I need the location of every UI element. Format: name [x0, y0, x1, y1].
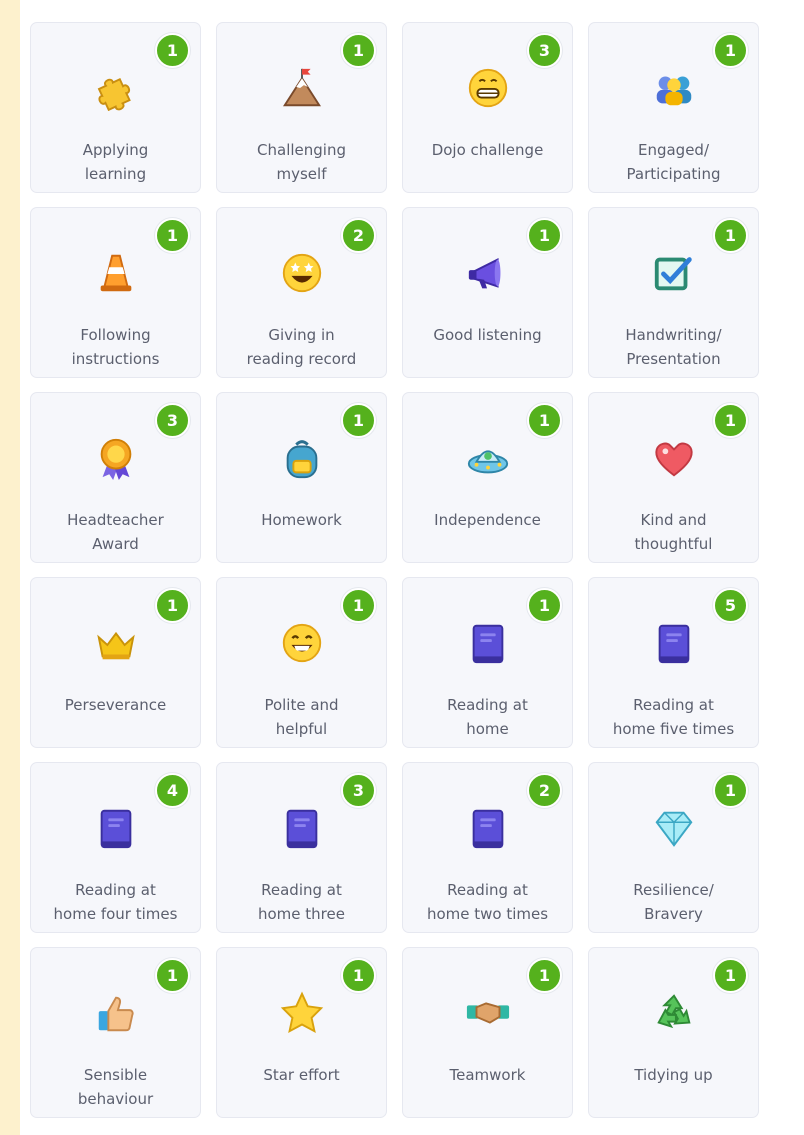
star-eyes-face-icon — [277, 248, 327, 298]
skill-label: Independence — [434, 511, 541, 529]
heart-icon — [649, 433, 699, 483]
star-icon — [277, 988, 327, 1038]
count-badge: 1 — [341, 958, 376, 993]
skill-card[interactable]: 3 Headteacher Award — [30, 392, 201, 563]
thumbs-up-icon — [91, 988, 141, 1038]
skill-card[interactable]: 5 Reading at home five times — [588, 577, 759, 748]
skill-label: Good listening — [433, 326, 542, 344]
count-badge: 1 — [155, 958, 190, 993]
skill-label: Reading at home three — [258, 881, 345, 923]
skill-card[interactable]: 1 Reading at home — [402, 577, 573, 748]
skill-card[interactable]: 1 Perseverance — [30, 577, 201, 748]
puzzle-icon — [91, 63, 141, 113]
skill-card[interactable]: 3 Reading at home three — [216, 762, 387, 933]
count-badge: 2 — [341, 218, 376, 253]
book-icon — [463, 803, 513, 853]
book-icon — [91, 803, 141, 853]
skill-label: Perseverance — [64, 696, 167, 714]
grimace-face-icon — [463, 63, 513, 113]
count-badge: 5 — [713, 588, 748, 623]
count-badge: 1 — [341, 588, 376, 623]
ufo-icon — [463, 433, 513, 483]
crown-icon — [91, 618, 141, 668]
count-badge: 1 — [527, 958, 562, 993]
skill-card[interactable]: 1 Independence — [402, 392, 573, 563]
count-badge: 1 — [527, 218, 562, 253]
award-rosette-icon — [91, 433, 141, 483]
skill-card[interactable]: 1 Polite and helpful — [216, 577, 387, 748]
skill-label: Resilience/ Bravery — [633, 881, 714, 923]
skill-card[interactable]: 1 Homework — [216, 392, 387, 563]
skill-label: Engaged/ Participating — [626, 141, 721, 183]
skill-card[interactable]: 1 Star effort — [216, 947, 387, 1118]
count-badge: 2 — [527, 773, 562, 808]
skill-label: Challenging myself — [257, 141, 346, 183]
count-badge: 1 — [341, 33, 376, 68]
skill-card[interactable]: 1 Engaged/ Participating — [588, 22, 759, 193]
handshake-icon — [463, 988, 513, 1038]
mountain-flag-icon — [277, 63, 327, 113]
skill-card[interactable]: 1 Teamwork — [402, 947, 573, 1118]
checkbox-icon — [649, 248, 699, 298]
traffic-cone-icon — [91, 248, 141, 298]
skill-card[interactable]: 2 Giving in reading record — [216, 207, 387, 378]
count-badge: 1 — [713, 773, 748, 808]
skills-grid: 1 Applying learning 1 Challenging myself 3 Do… — [30, 22, 759, 1118]
skill-card[interactable]: 1 Handwriting/ Presentation — [588, 207, 759, 378]
skill-label: Reading at home — [447, 696, 528, 738]
recycle-icon — [649, 988, 699, 1038]
skill-card[interactable]: 1 Kind and thoughtful — [588, 392, 759, 563]
skill-label: Kind and thoughtful — [634, 511, 713, 553]
skill-card[interactable]: 1 Tidying up — [588, 947, 759, 1118]
book-icon — [463, 618, 513, 668]
skill-label: Applying learning — [82, 141, 149, 183]
people-icon — [649, 63, 699, 113]
skill-label: Tidying up — [634, 1066, 713, 1084]
count-badge: 1 — [713, 218, 748, 253]
count-badge: 1 — [527, 588, 562, 623]
skill-card[interactable]: 1 Applying learning — [30, 22, 201, 193]
skill-card[interactable]: 1 Following instructions — [30, 207, 201, 378]
count-badge: 3 — [527, 33, 562, 68]
skill-card[interactable]: 1 Challenging myself — [216, 22, 387, 193]
count-badge: 3 — [341, 773, 376, 808]
skill-label: Headteacher Award — [67, 511, 164, 553]
skill-label: Homework — [261, 511, 342, 529]
skill-label: Reading at home five times — [612, 696, 735, 738]
skill-label: Sensible behaviour — [77, 1066, 154, 1108]
count-badge: 1 — [155, 33, 190, 68]
megaphone-icon — [463, 248, 513, 298]
skill-label: Giving in reading record — [246, 326, 357, 368]
skill-label: Reading at home two times — [426, 881, 549, 923]
skill-card[interactable]: 3 Dojo challenge — [402, 22, 573, 193]
backpack-icon — [277, 433, 327, 483]
count-badge: 3 — [155, 403, 190, 438]
skill-label: Star effort — [263, 1066, 340, 1084]
count-badge: 1 — [713, 33, 748, 68]
laughing-face-icon — [277, 618, 327, 668]
count-badge: 1 — [713, 958, 748, 993]
skill-label: Reading at home four times — [53, 881, 178, 923]
book-icon — [277, 803, 327, 853]
count-badge: 1 — [155, 218, 190, 253]
count-badge: 1 — [713, 403, 748, 438]
count-badge: 1 — [527, 403, 562, 438]
diamond-icon — [649, 803, 699, 853]
skill-card[interactable]: 1 Good listening — [402, 207, 573, 378]
count-badge: 4 — [155, 773, 190, 808]
skill-card[interactable]: 1 Resilience/ Bravery — [588, 762, 759, 933]
book-icon — [649, 618, 699, 668]
skill-label: Dojo challenge — [431, 141, 544, 159]
skill-label: Teamwork — [449, 1066, 526, 1084]
skill-card[interactable]: 1 Sensible behaviour — [30, 947, 201, 1118]
skill-label: Handwriting/ Presentation — [625, 326, 722, 368]
count-badge: 1 — [155, 588, 190, 623]
count-badge: 1 — [341, 403, 376, 438]
skill-card[interactable]: 4 Reading at home four times — [30, 762, 201, 933]
skill-label: Following instructions — [71, 326, 160, 368]
skill-label: Polite and helpful — [264, 696, 339, 738]
skill-card[interactable]: 2 Reading at home two times — [402, 762, 573, 933]
